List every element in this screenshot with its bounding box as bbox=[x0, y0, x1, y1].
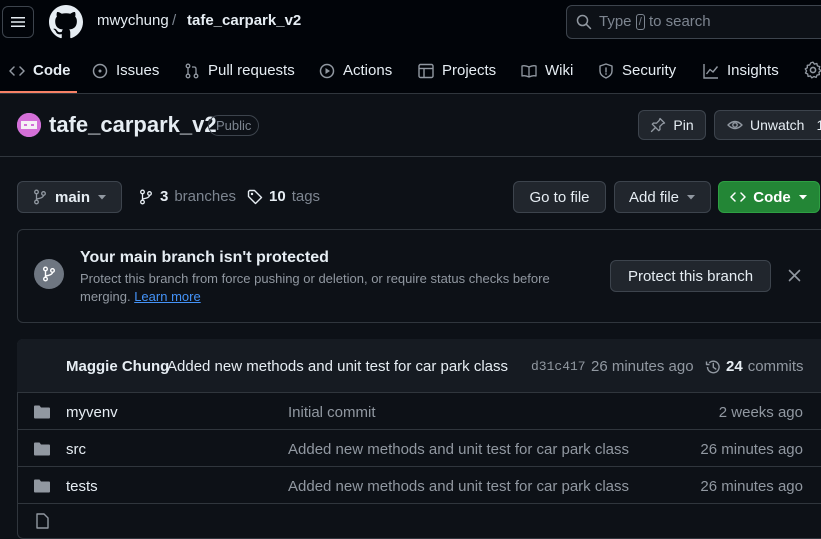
play-icon bbox=[319, 63, 335, 78]
pull-request-icon bbox=[185, 63, 199, 78]
commit-message[interactable]: Added new methods and unit test for car … bbox=[167, 358, 508, 375]
tab-settings[interactable] bbox=[804, 61, 821, 79]
tab-projects-label: Projects bbox=[442, 62, 497, 79]
file-name[interactable]: tests bbox=[66, 478, 98, 495]
tags-link[interactable]: 10 tags bbox=[247, 188, 320, 205]
dismiss-banner-button[interactable] bbox=[788, 269, 801, 282]
code-icon bbox=[9, 65, 25, 76]
branch-selector[interactable]: main bbox=[17, 181, 122, 213]
close-icon bbox=[788, 269, 801, 282]
repo-link[interactable]: tafe_carpark_v2 bbox=[187, 12, 301, 29]
repo-title[interactable]: tafe_carpark_v2 bbox=[49, 112, 217, 138]
commits-link[interactable]: 24 commits bbox=[705, 358, 804, 375]
commit-time: 26 minutes ago bbox=[591, 358, 694, 375]
chevron-down-icon bbox=[98, 195, 106, 200]
tab-code[interactable]: Code bbox=[9, 58, 71, 83]
add-file-label: Add file bbox=[628, 188, 680, 206]
tab-security[interactable]: Security bbox=[598, 58, 676, 83]
unwatch-button[interactable]: Unwatch 1 bbox=[714, 110, 821, 140]
tab-issues-label: Issues bbox=[116, 62, 160, 79]
branch-icon bbox=[34, 259, 64, 289]
tab-actions[interactable]: Actions bbox=[319, 58, 392, 83]
tab-wiki[interactable]: Wiki bbox=[521, 58, 573, 83]
commit-hash[interactable]: d31c417 bbox=[531, 359, 586, 374]
branch-icon bbox=[34, 189, 46, 205]
shield-icon bbox=[599, 62, 613, 79]
gear-icon bbox=[804, 61, 821, 79]
pin-label: Pin bbox=[673, 117, 694, 133]
commit-count-label: commits bbox=[747, 358, 804, 375]
tab-code-label: Code bbox=[33, 62, 71, 79]
search-shortcut-key: / bbox=[635, 14, 645, 30]
file-commit-time: 2 weeks ago bbox=[718, 404, 803, 421]
go-to-file-button[interactable]: Go to file bbox=[513, 181, 606, 213]
table-row[interactable] bbox=[17, 393, 821, 430]
code-button[interactable]: Code bbox=[718, 181, 820, 213]
eye-icon bbox=[727, 120, 743, 130]
tab-pull-requests-label: Pull requests bbox=[208, 62, 295, 79]
branch-name: main bbox=[54, 188, 90, 206]
go-to-file-label: Go to file bbox=[529, 188, 590, 206]
watch-count: 1 bbox=[816, 117, 821, 133]
file-name[interactable]: src bbox=[66, 441, 86, 458]
file-commit-time: 26 minutes ago bbox=[700, 441, 803, 458]
branches-label: branches bbox=[174, 188, 237, 205]
file-commit-time: 26 minutes ago bbox=[700, 478, 803, 495]
chevron-down-icon bbox=[687, 195, 696, 200]
active-tab-indicator bbox=[0, 91, 77, 93]
owner-link[interactable]: mwychung bbox=[97, 12, 169, 29]
folder-icon bbox=[34, 442, 50, 456]
code-icon bbox=[730, 192, 746, 202]
tab-issues[interactable]: Issues bbox=[92, 58, 159, 83]
tab-security-label: Security bbox=[622, 62, 677, 79]
section-divider bbox=[0, 156, 821, 157]
file-icon bbox=[36, 513, 49, 529]
tags-count: 10 bbox=[269, 188, 286, 205]
chevron-down-icon bbox=[798, 195, 807, 200]
hamburger-icon bbox=[11, 17, 25, 27]
tag-icon bbox=[247, 189, 263, 204]
history-icon bbox=[705, 360, 720, 373]
path-separator: / bbox=[172, 12, 177, 29]
add-file-button[interactable]: Add file bbox=[614, 181, 711, 213]
tab-actions-label: Actions bbox=[343, 62, 393, 79]
tab-pull-requests[interactable]: Pull requests bbox=[184, 58, 295, 83]
tab-insights[interactable]: Insights bbox=[703, 58, 779, 83]
commit-count: 24 bbox=[726, 358, 743, 375]
file-commit-message[interactable]: Initial commit bbox=[288, 404, 376, 421]
protect-branch-label: Protect this branch bbox=[627, 267, 754, 285]
tab-projects[interactable]: Projects bbox=[418, 58, 496, 83]
search-input[interactable]: Type / to search bbox=[566, 5, 821, 39]
pin-icon bbox=[651, 117, 666, 133]
graph-icon bbox=[703, 63, 719, 79]
pin-button[interactable]: Pin bbox=[638, 110, 706, 140]
protect-branch-button[interactable]: Protect this branch bbox=[610, 260, 771, 292]
learn-more-link[interactable]: Learn more bbox=[134, 289, 200, 304]
tags-label: tags bbox=[291, 188, 321, 205]
search-icon bbox=[576, 14, 592, 30]
tab-insights-label: Insights bbox=[727, 62, 779, 79]
branches-link[interactable]: 3 branches bbox=[138, 188, 236, 205]
book-icon bbox=[521, 64, 537, 78]
folder-icon bbox=[34, 479, 50, 493]
file-commit-message[interactable]: Added new methods and unit test for car … bbox=[288, 441, 629, 458]
menu-button[interactable] bbox=[2, 6, 34, 38]
tab-wiki-label: Wiki bbox=[545, 62, 574, 79]
commit-author[interactable]: Maggie Chung bbox=[66, 358, 169, 375]
unwatch-label: Unwatch bbox=[750, 117, 805, 133]
visibility-badge: Public bbox=[208, 115, 260, 136]
code-button-label: Code bbox=[753, 188, 791, 206]
search-placeholder: Type / to search bbox=[599, 13, 711, 30]
branches-count: 3 bbox=[160, 188, 169, 205]
folder-icon bbox=[34, 405, 50, 419]
issue-icon bbox=[92, 63, 108, 78]
branch-icon bbox=[140, 189, 152, 204]
avatar[interactable] bbox=[17, 113, 41, 137]
table-icon bbox=[418, 63, 434, 78]
file-commit-message[interactable]: Added new methods and unit test for car … bbox=[288, 478, 629, 495]
github-logo-icon[interactable] bbox=[49, 5, 83, 39]
banner-description: Protect this branch from force pushing o… bbox=[80, 271, 550, 304]
banner-title: Your main branch isn't protected bbox=[80, 249, 329, 266]
file-name[interactable]: myvenv bbox=[66, 404, 118, 421]
